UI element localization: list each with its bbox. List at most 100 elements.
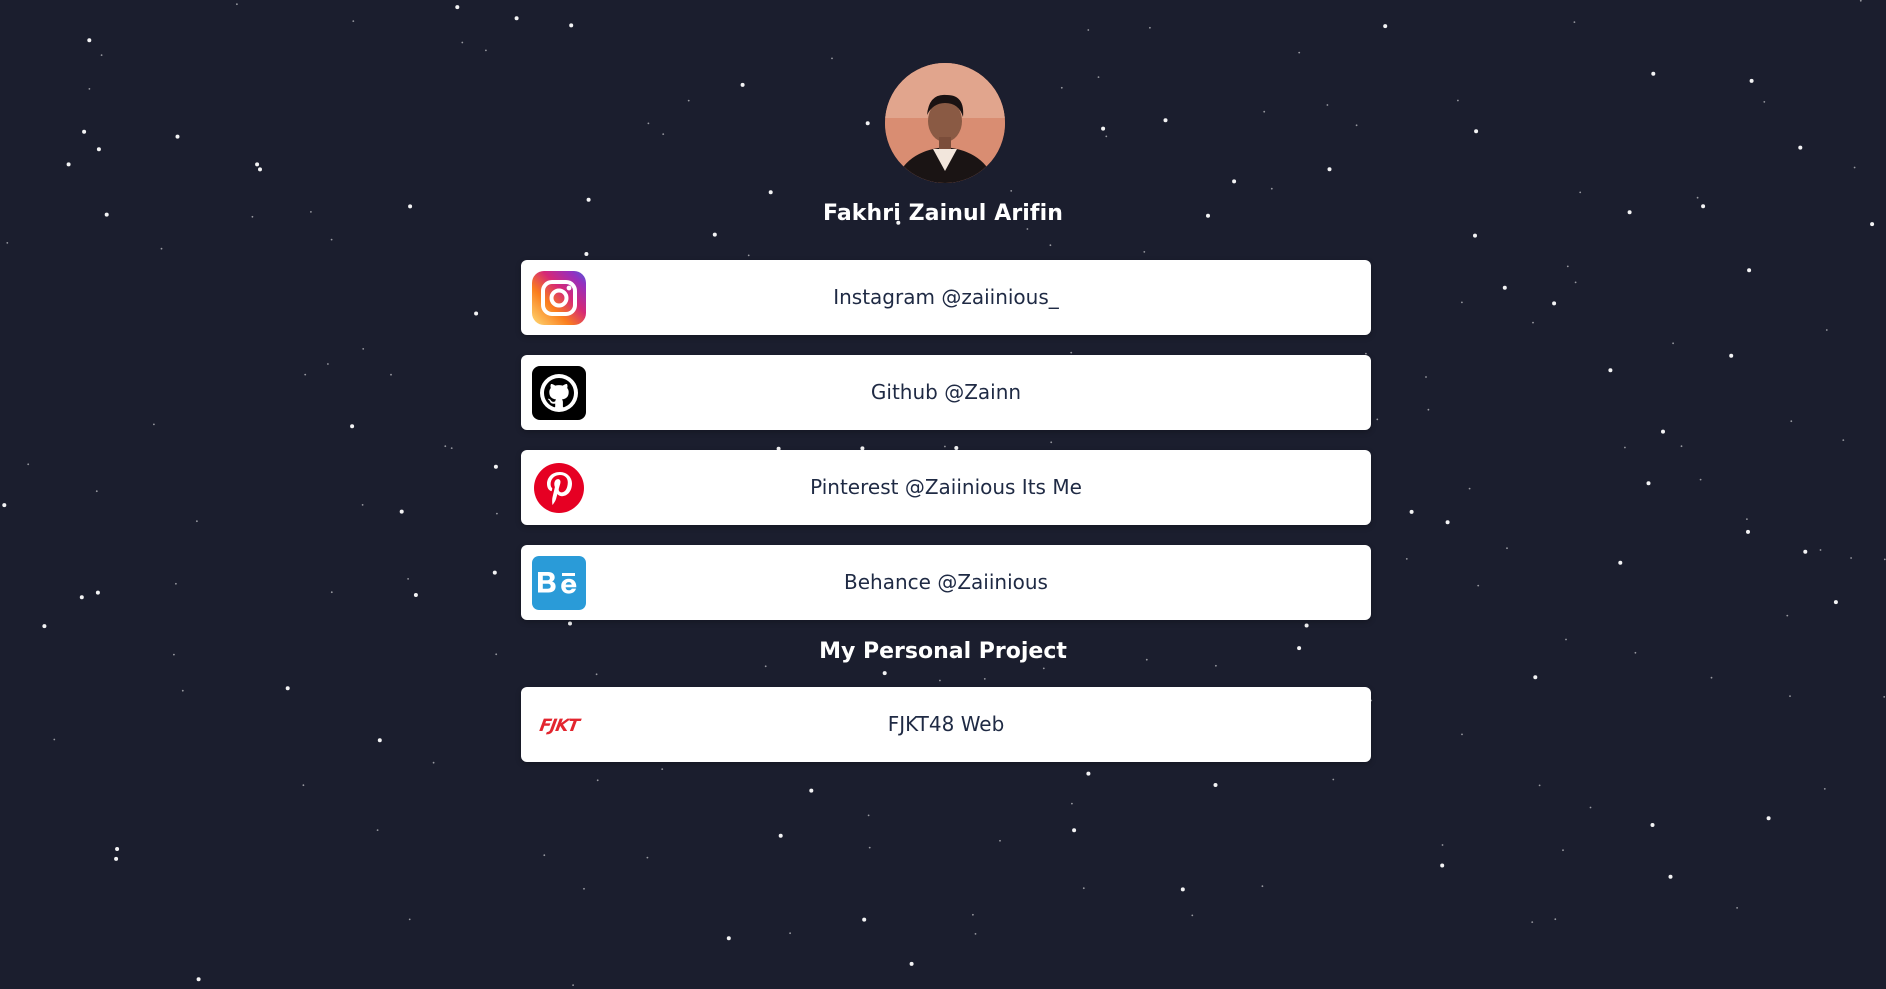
star — [444, 445, 447, 448]
star — [1531, 921, 1534, 923]
link-label: Github @Zainn — [870, 380, 1022, 404]
star — [1786, 614, 1789, 617]
star — [1699, 478, 1702, 481]
profile-photo-icon — [885, 63, 1005, 183]
star — [1650, 823, 1655, 827]
star — [882, 671, 887, 676]
star — [95, 590, 100, 595]
star — [1746, 529, 1750, 534]
star — [1101, 126, 1106, 131]
star — [1763, 101, 1766, 103]
star — [1072, 828, 1077, 833]
star — [726, 936, 731, 941]
behance-link-button[interactable]: Behance @Zaiinious — [521, 545, 1371, 620]
star — [543, 854, 546, 857]
star — [909, 961, 914, 966]
star — [831, 57, 833, 60]
star — [1825, 329, 1828, 331]
star — [236, 3, 238, 6]
star — [1425, 376, 1427, 378]
star — [1853, 166, 1856, 169]
star — [1082, 887, 1085, 890]
star — [496, 512, 498, 515]
github-link-button[interactable]: Github @Zainn — [521, 355, 1371, 430]
star — [1105, 135, 1108, 138]
star — [1270, 187, 1273, 190]
star — [258, 167, 262, 172]
star — [160, 247, 163, 250]
star — [1149, 26, 1151, 29]
star — [196, 520, 198, 523]
link-label: FJKT48 Web — [887, 712, 1005, 736]
star — [1191, 914, 1194, 917]
star — [255, 162, 260, 167]
star — [461, 41, 464, 44]
star — [377, 738, 382, 743]
star — [1087, 29, 1090, 31]
star — [1477, 584, 1480, 587]
star — [1298, 51, 1301, 54]
star — [1533, 675, 1538, 680]
pinterest-link-button[interactable]: Pinterest @Zaiinious Its Me — [521, 450, 1371, 525]
fjkt48-web-link-button[interactable]: FJKT FJKT48 Web — [521, 687, 1371, 762]
star — [327, 363, 329, 365]
star — [1766, 816, 1771, 821]
star — [596, 779, 599, 782]
star — [568, 621, 572, 626]
star — [1376, 418, 1379, 421]
star — [764, 665, 767, 668]
star — [768, 190, 773, 195]
star — [1823, 788, 1826, 790]
instagram-link-button[interactable]: Instagram @zaiinious_ — [521, 260, 1371, 335]
star — [175, 582, 177, 585]
star — [1440, 863, 1445, 868]
star — [939, 679, 941, 682]
star — [1883, 558, 1886, 561]
star — [1473, 233, 1477, 238]
star — [569, 23, 574, 28]
star — [79, 595, 84, 600]
star — [1326, 104, 1329, 106]
star — [1163, 118, 1168, 123]
star — [285, 686, 290, 691]
star — [865, 121, 870, 126]
star — [455, 5, 460, 10]
star — [1427, 408, 1430, 411]
star — [1327, 167, 1332, 172]
star — [1538, 784, 1541, 787]
star — [399, 509, 404, 514]
star — [474, 311, 479, 316]
star — [1746, 518, 1748, 520]
star — [661, 768, 664, 770]
star — [1086, 771, 1091, 776]
star — [1180, 887, 1185, 892]
star — [1790, 420, 1793, 423]
star — [1445, 520, 1450, 525]
star — [1405, 558, 1408, 560]
star — [572, 984, 574, 986]
star — [740, 82, 745, 87]
star — [1573, 21, 1576, 23]
star — [712, 232, 717, 237]
star — [1668, 874, 1673, 879]
star — [1532, 321, 1534, 324]
star — [1819, 549, 1822, 551]
star — [1143, 251, 1146, 253]
star — [413, 593, 418, 597]
star — [1798, 145, 1803, 150]
star — [1574, 281, 1577, 284]
star — [1579, 191, 1582, 194]
star — [1050, 441, 1053, 444]
star — [595, 673, 598, 676]
star — [1729, 353, 1734, 358]
star — [1608, 368, 1613, 373]
star — [493, 464, 498, 469]
star — [450, 447, 453, 449]
star — [114, 856, 119, 861]
star — [1749, 78, 1754, 83]
star — [974, 933, 977, 935]
star — [330, 238, 333, 241]
star — [181, 689, 184, 692]
star — [1026, 228, 1029, 230]
star — [1304, 623, 1309, 628]
